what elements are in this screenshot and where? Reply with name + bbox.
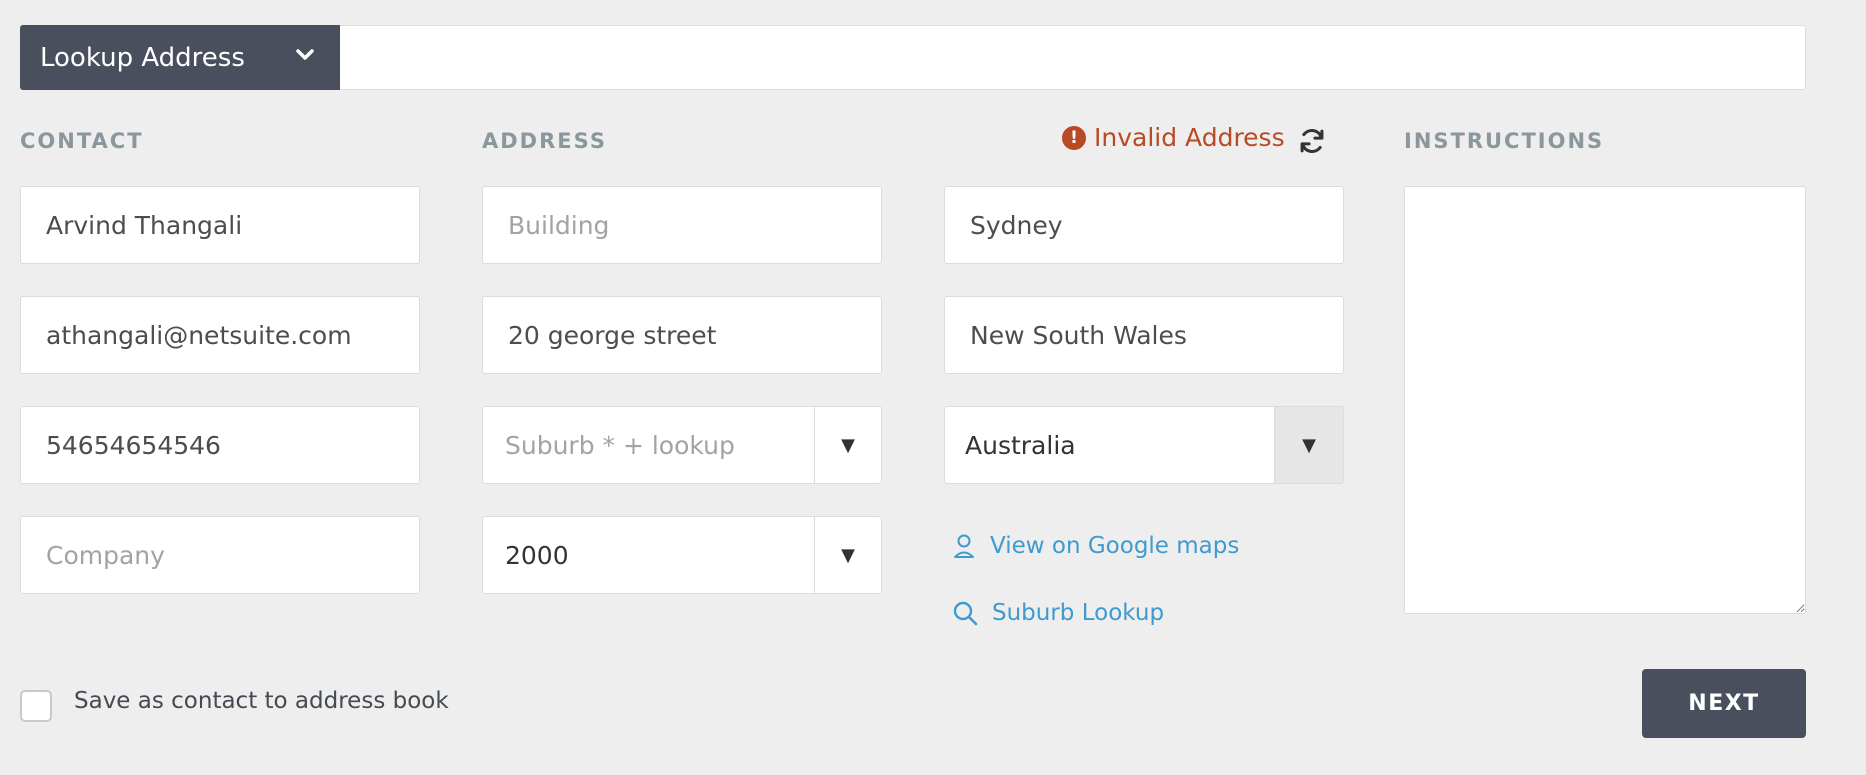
save-contact-label[interactable]: Save as contact to address book	[74, 688, 449, 714]
lookup-address-button[interactable]: Lookup Address	[20, 25, 341, 90]
invalid-address-status: ! Invalid Address	[1062, 123, 1285, 152]
street-input[interactable]	[482, 296, 882, 374]
lookup-address-input[interactable]	[340, 25, 1806, 90]
triangle-down-icon: ▼	[841, 544, 855, 566]
invalid-address-text: Invalid Address	[1094, 123, 1285, 152]
instructions-textarea[interactable]	[1404, 186, 1806, 614]
next-button[interactable]: NEXT	[1642, 669, 1806, 738]
triangle-down-icon: ▼	[841, 434, 855, 456]
suburb-lookup-label: Suburb Lookup	[992, 600, 1165, 626]
triangle-down-icon: ▼	[1302, 434, 1316, 456]
contact-email-input[interactable]	[20, 296, 420, 374]
city-input[interactable]	[944, 186, 1344, 264]
view-on-google-maps-label: View on Google maps	[990, 533, 1240, 559]
address-heading: ADDRESS	[482, 129, 607, 153]
contact-name-input[interactable]	[20, 186, 420, 264]
contact-phone-input[interactable]	[20, 406, 420, 484]
contact-heading: CONTACT	[20, 129, 144, 153]
lookup-address-label: Lookup Address	[40, 42, 245, 73]
save-contact-checkbox[interactable]	[20, 690, 52, 722]
search-icon	[953, 601, 978, 626]
exclamation-circle-icon: !	[1062, 125, 1086, 150]
refresh-icon[interactable]	[1298, 127, 1326, 155]
country-select-value: Australia	[965, 430, 1076, 460]
building-input[interactable]	[482, 186, 882, 264]
view-on-google-maps-link[interactable]: View on Google maps	[952, 532, 1239, 560]
postcode-dropdown-button[interactable]: ▼	[814, 517, 881, 593]
instructions-heading: INSTRUCTIONS	[1404, 129, 1605, 153]
postcode-select-value: 2000	[505, 540, 569, 570]
country-dropdown-button[interactable]: ▼	[1274, 407, 1343, 483]
suburb-lookup-link[interactable]: Suburb Lookup	[952, 600, 1164, 626]
country-select[interactable]: Australia ▼	[944, 406, 1344, 484]
next-button-label: NEXT	[1688, 691, 1760, 716]
state-input[interactable]	[944, 296, 1344, 374]
suburb-select[interactable]: Suburb * + lookup ▼	[482, 406, 882, 484]
suburb-select-placeholder: Suburb * + lookup	[505, 430, 735, 460]
chevron-down-icon	[296, 49, 314, 60]
person-pin-icon	[954, 534, 974, 558]
suburb-dropdown-button[interactable]: ▼	[814, 407, 881, 483]
company-input[interactable]	[20, 516, 420, 594]
postcode-select[interactable]: 2000 ▼	[482, 516, 882, 594]
